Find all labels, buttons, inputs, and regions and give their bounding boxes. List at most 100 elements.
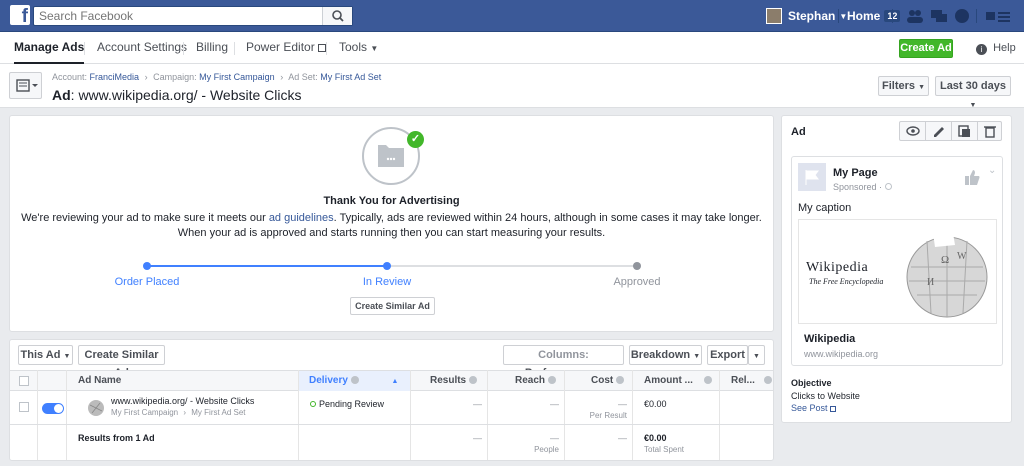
chevron-down-icon[interactable]: ⌄ (988, 165, 996, 176)
row-checkbox[interactable] (19, 402, 29, 412)
export-button[interactable]: Export (707, 345, 748, 365)
info-icon (547, 376, 556, 384)
cost-value: — (618, 399, 627, 409)
see-post-link[interactable]: See Post (791, 403, 837, 413)
info-icon (703, 376, 712, 384)
ad-preview-card: My Page Sponsored · ⌄ My caption Wikiped… (791, 156, 1003, 366)
review-status-panel: ✓ Thank You for Advertising We're review… (9, 115, 774, 332)
column-reach[interactable]: Reach (515, 371, 556, 391)
page-avatar (798, 163, 826, 191)
table-create-similar-button[interactable]: Create Similar Ad (78, 345, 165, 379)
ads-nav-bar: Manage Ads Account Settings Billing Powe… (0, 32, 1024, 64)
breadcrumb-adset[interactable]: My First Ad Set (320, 72, 381, 82)
sort-ascending-icon: ▲ (391, 378, 399, 385)
chevron-down-icon: ▼ (693, 353, 701, 360)
total-amount-sublabel: Total Spent (644, 445, 685, 454)
preview-eye-icon[interactable] (900, 122, 926, 140)
objective-value: Clicks to Website (791, 391, 860, 401)
link-title[interactable]: Wikipedia (804, 333, 855, 345)
column-ad-name[interactable]: Ad Name (78, 371, 121, 391)
ad-name-link[interactable]: www.wikipedia.org/ - Website Clicks (111, 396, 254, 406)
checkmark-icon: ✓ (407, 131, 424, 148)
breadcrumb-campaign[interactable]: My First Campaign (199, 72, 275, 82)
chevron-down-icon: ▼ (370, 44, 379, 53)
divider (234, 42, 235, 55)
messages-icon[interactable] (930, 8, 948, 24)
edit-pencil-icon[interactable] (926, 122, 951, 140)
total-reach: — (550, 433, 559, 443)
review-message: We're reviewing your ad to make sure it … (21, 212, 762, 239)
like-thumb-icon[interactable] (962, 167, 982, 187)
status-dot-icon (310, 401, 316, 407)
duplicate-icon[interactable] (952, 122, 977, 140)
column-delivery[interactable]: Delivery ▲ (309, 371, 398, 391)
list-view-icon (16, 79, 38, 92)
tab-tools[interactable]: Tools ▼ (339, 32, 378, 63)
wikipedia-globe-logo: Ω W И (906, 233, 988, 318)
column-cost[interactable]: Cost (591, 371, 625, 391)
help-link[interactable]: i Help (976, 41, 1016, 55)
total-results: — (473, 433, 482, 443)
select-all-checkbox[interactable] (19, 376, 29, 386)
view-switcher-button[interactable] (9, 72, 42, 99)
tab-power-editor[interactable]: Power Editor (246, 32, 327, 63)
column-relevance[interactable]: Rel... (731, 371, 772, 391)
tab-billing[interactable]: Billing (196, 32, 228, 63)
settings-menu-icon[interactable] (986, 9, 1014, 23)
tab-account-settings[interactable]: Account Settings (97, 32, 187, 63)
ad-status-toggle[interactable] (42, 403, 64, 414)
table-row[interactable]: www.wikipedia.org/ - Website Clicks My F… (10, 391, 773, 425)
ad-breadcrumb: My First Campaign › My First Ad Set (111, 408, 246, 417)
breakdown-dropdown[interactable]: Breakdown ▼ (629, 345, 702, 365)
ad-thumbnail (82, 397, 104, 419)
ads-table-panel: This Ad ▼ Create Similar Ad Columns: Per… (9, 339, 774, 461)
svg-text:W: W (957, 251, 967, 262)
friend-requests-icon[interactable] (906, 8, 924, 24)
export-options-dropdown[interactable]: ▼ (748, 345, 765, 365)
ad-image[interactable]: Wikipedia The Free Encyclopedia Ω W И (798, 219, 997, 324)
wikipedia-tagline: The Free Encyclopedia (809, 277, 884, 286)
sponsored-label: Sponsored · (833, 182, 892, 192)
date-range-select[interactable]: Last 30 days ▼ (935, 76, 1011, 109)
column-amount[interactable]: Amount ... (644, 371, 712, 391)
info-icon: i (976, 44, 987, 55)
facebook-logo-icon[interactable]: f (10, 5, 30, 25)
create-similar-ad-button[interactable]: Create Similar Ad (350, 297, 435, 315)
search-box (33, 6, 353, 26)
chevron-right-icon: › (183, 408, 187, 417)
total-reach-sublabel: People (534, 445, 559, 454)
reach-value: — (550, 399, 559, 409)
external-link-icon (830, 405, 837, 412)
notifications-globe-icon[interactable] (954, 8, 970, 24)
toggle-knob (54, 404, 63, 413)
chevron-right-icon: › (280, 72, 284, 82)
review-illustration: ✓ (362, 127, 424, 185)
progress-track-done (147, 265, 387, 267)
ad-guidelines-link[interactable]: ad guidelines (269, 212, 334, 224)
results-value: — (473, 399, 482, 409)
step-label-approved: Approved (613, 276, 661, 288)
chevron-down-icon: ▼ (63, 353, 71, 360)
delete-trash-icon[interactable] (978, 122, 1002, 140)
breadcrumb-account[interactable]: FranciMedia (90, 72, 140, 82)
chevron-down-icon: ▼ (918, 84, 925, 91)
top-bar: f Stephan ▼ Home 12 (0, 0, 1024, 32)
search-icon (332, 10, 344, 22)
columns-dropdown[interactable]: Columns: Performance ▼ (503, 345, 624, 379)
objective-label: Objective (791, 378, 832, 388)
divider (892, 9, 893, 23)
info-icon (763, 376, 772, 384)
this-ad-dropdown[interactable]: This Ad ▼ (18, 345, 73, 365)
breadcrumb: Account: FranciMedia › Campaign: My Firs… (52, 72, 382, 82)
column-results[interactable]: Results (430, 371, 477, 391)
search-input[interactable] (34, 7, 319, 25)
search-button[interactable] (322, 7, 352, 25)
tab-manage-ads[interactable]: Manage Ads (14, 32, 85, 64)
page-title: Ad: www.wikipedia.org/ - Website Clicks (52, 87, 302, 103)
step-label-order-placed: Order Placed (114, 276, 180, 288)
filters-button[interactable]: Filters ▼ (878, 76, 929, 96)
create-ad-button[interactable]: Create Ad (899, 39, 953, 58)
flag-icon (805, 170, 819, 185)
page-name[interactable]: My Page (833, 167, 878, 179)
profile-link[interactable]: Stephan ▼ (766, 0, 847, 32)
